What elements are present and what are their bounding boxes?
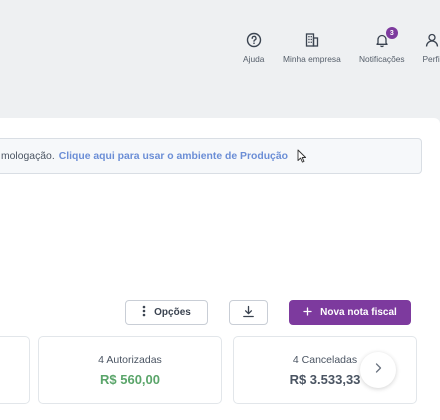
profile-label: Perfil xyxy=(422,54,440,64)
new-invoice-label: Nova nota fiscal xyxy=(320,307,397,318)
user-icon xyxy=(422,30,440,50)
stat-value: R$ 560,00 xyxy=(100,371,160,387)
help-label: Ajuda xyxy=(243,54,265,64)
top-header: Ajuda Minha empresa 3 Notificações Perfi… xyxy=(0,0,440,72)
new-invoice-button[interactable]: Nova nota fiscal xyxy=(289,300,411,325)
options-label: Opções xyxy=(154,307,191,318)
stat-card-partial[interactable] xyxy=(0,336,30,404)
stat-title: 4 Canceladas xyxy=(292,353,358,366)
plus-icon xyxy=(303,306,312,319)
my-company-button[interactable]: Minha empresa xyxy=(283,30,341,64)
stat-card-authorized[interactable]: 4 Autorizadas R$ 560,00 xyxy=(38,336,222,404)
mouse-cursor-icon xyxy=(297,149,307,168)
notice-text: mologação. xyxy=(1,150,55,162)
carousel-next-button[interactable] xyxy=(360,352,396,388)
notifications-label: Notificações xyxy=(359,54,405,64)
help-circle-icon xyxy=(244,30,264,50)
stat-value: R$ 3.533,33 xyxy=(289,371,361,387)
kebab-icon xyxy=(142,305,146,320)
options-button[interactable]: Opções xyxy=(125,300,208,325)
profile-button[interactable]: Perfil xyxy=(422,30,440,64)
chevron-right-icon xyxy=(373,361,383,379)
production-link[interactable]: Clique aqui para usar o ambiente de Prod… xyxy=(59,151,288,162)
building-icon xyxy=(302,30,322,50)
stat-title: 4 Autorizadas xyxy=(98,353,162,366)
notifications-badge: 3 xyxy=(385,27,398,39)
help-button[interactable]: Ajuda xyxy=(243,30,264,64)
environment-notice: mologação. Clique aqui para usar o ambie… xyxy=(0,138,422,174)
bell-icon: 3 xyxy=(372,27,398,50)
notifications-button[interactable]: 3 Notificações xyxy=(359,27,405,64)
my-company-label: Minha empresa xyxy=(283,54,341,64)
download-button[interactable] xyxy=(229,300,268,325)
download-icon xyxy=(242,305,255,321)
